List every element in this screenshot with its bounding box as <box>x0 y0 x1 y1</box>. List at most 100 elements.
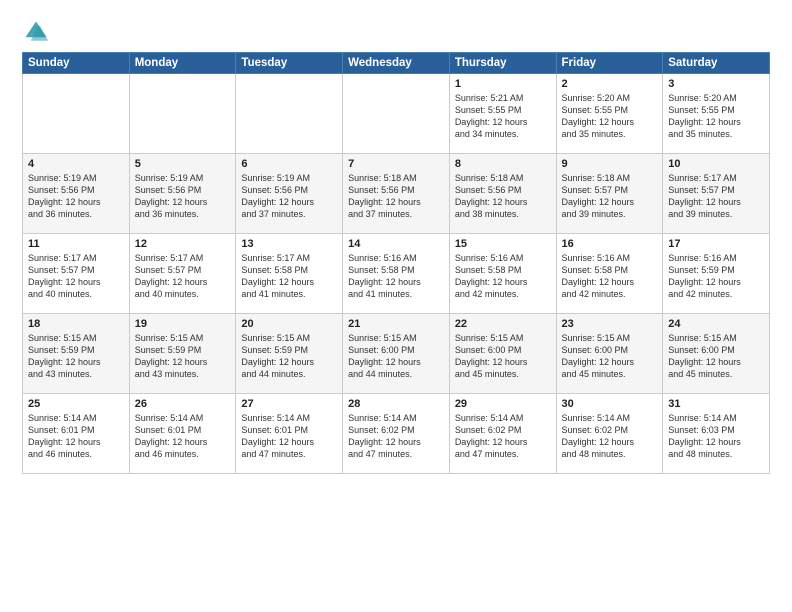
day-cell: 25 Sunrise: 5:14 AM Sunset: 6:01 PM Dayli… <box>23 394 130 474</box>
cell-info: Sunrise: 5:16 AM Sunset: 5:58 PM Dayligh… <box>348 252 444 301</box>
cell-info: Sunrise: 5:18 AM Sunset: 5:57 PM Dayligh… <box>562 172 658 221</box>
day-number: 1 <box>455 78 551 90</box>
day-number: 20 <box>241 318 337 330</box>
day-cell: 3 Sunrise: 5:20 AM Sunset: 5:55 PM Daylig… <box>663 74 770 154</box>
cell-info: Sunrise: 5:18 AM Sunset: 5:56 PM Dayligh… <box>455 172 551 221</box>
cell-info: Sunrise: 5:20 AM Sunset: 5:55 PM Dayligh… <box>668 92 764 141</box>
week-row-4: 18 Sunrise: 5:15 AM Sunset: 5:59 PM Dayli… <box>23 314 770 394</box>
day-cell: 27Sunrise: 5:14 AM Sunset: 6:01 PM Dayli… <box>236 394 343 474</box>
day-cell: 20 Sunrise: 5:15 AM Sunset: 5:59 PM Dayli… <box>236 314 343 394</box>
col-header-thursday: Thursday <box>449 53 556 74</box>
col-header-friday: Friday <box>556 53 663 74</box>
day-cell: 19 Sunrise: 5:15 AM Sunset: 5:59 PM Dayli… <box>129 314 236 394</box>
day-number: 25 <box>28 398 124 410</box>
col-header-tuesday: Tuesday <box>236 53 343 74</box>
day-number: 26 <box>135 398 231 410</box>
cell-info: Sunrise: 5:16 AM Sunset: 5:58 PM Dayligh… <box>562 252 658 301</box>
day-number: 6 <box>241 158 337 170</box>
cell-info: Sunrise: 5:15 AM Sunset: 6:00 PM Dayligh… <box>455 332 551 381</box>
day-number: 12 <box>135 238 231 250</box>
week-row-2: 4 Sunrise: 5:19 AM Sunset: 5:56 PM Daylig… <box>23 154 770 234</box>
day-number: 17 <box>668 238 764 250</box>
week-row-3: 11 Sunrise: 5:17 AM Sunset: 5:57 PM Dayli… <box>23 234 770 314</box>
day-cell: 2 Sunrise: 5:20 AM Sunset: 5:55 PM Daylig… <box>556 74 663 154</box>
cell-info: Sunrise: 5:15 AM Sunset: 5:59 PM Dayligh… <box>28 332 124 381</box>
cell-info: Sunrise: 5:20 AM Sunset: 5:55 PM Dayligh… <box>562 92 658 141</box>
day-cell: 15 Sunrise: 5:16 AM Sunset: 5:58 PM Dayli… <box>449 234 556 314</box>
cell-info: Sunrise: 5:14 AM Sunset: 6:01 PM Dayligh… <box>28 412 124 461</box>
day-number: 11 <box>28 238 124 250</box>
day-cell <box>236 74 343 154</box>
day-cell: 11 Sunrise: 5:17 AM Sunset: 5:57 PM Dayli… <box>23 234 130 314</box>
day-cell: 21 Sunrise: 5:15 AM Sunset: 6:00 PM Dayli… <box>343 314 450 394</box>
day-cell: 29 Sunrise: 5:14 AM Sunset: 6:02 PM Dayli… <box>449 394 556 474</box>
cell-info: Sunrise: 5:17 AM Sunset: 5:57 PM Dayligh… <box>28 252 124 301</box>
cell-info: Sunrise: 5:17 AM Sunset: 5:57 PM Dayligh… <box>668 172 764 221</box>
day-number: 29 <box>455 398 551 410</box>
day-cell <box>23 74 130 154</box>
week-row-5: 25 Sunrise: 5:14 AM Sunset: 6:01 PM Dayli… <box>23 394 770 474</box>
day-cell: 24 Sunrise: 5:15 AM Sunset: 6:00 PM Dayli… <box>663 314 770 394</box>
day-number: 24 <box>668 318 764 330</box>
cell-info: Sunrise: 5:15 AM Sunset: 6:00 PM Dayligh… <box>348 332 444 381</box>
day-number: 2 <box>562 78 658 90</box>
cell-info: Sunrise: 5:19 AM Sunset: 5:56 PM Dayligh… <box>135 172 231 221</box>
day-number: 5 <box>135 158 231 170</box>
header <box>22 18 770 46</box>
day-number: 21 <box>348 318 444 330</box>
day-cell: 9 Sunrise: 5:18 AM Sunset: 5:57 PM Daylig… <box>556 154 663 234</box>
day-number: 19 <box>135 318 231 330</box>
day-number: 23 <box>562 318 658 330</box>
cell-info: Sunrise: 5:17 AM Sunset: 5:57 PM Dayligh… <box>135 252 231 301</box>
cell-info: Sunrise: 5:16 AM Sunset: 5:59 PM Dayligh… <box>668 252 764 301</box>
day-number: 7 <box>348 158 444 170</box>
day-cell: 26Sunrise: 5:14 AM Sunset: 6:01 PM Dayli… <box>129 394 236 474</box>
calendar-table: SundayMondayTuesdayWednesdayThursdayFrid… <box>22 52 770 474</box>
cell-info: Sunrise: 5:16 AM Sunset: 5:58 PM Dayligh… <box>455 252 551 301</box>
day-number: 9 <box>562 158 658 170</box>
day-cell: 30 Sunrise: 5:14 AM Sunset: 6:02 PM Dayli… <box>556 394 663 474</box>
day-number: 22 <box>455 318 551 330</box>
cell-info: Sunrise: 5:19 AM Sunset: 5:56 PM Dayligh… <box>28 172 124 221</box>
day-number: 8 <box>455 158 551 170</box>
day-number: 14 <box>348 238 444 250</box>
logo-icon <box>22 18 50 46</box>
cell-info: Sunrise: 5:18 AM Sunset: 5:56 PM Dayligh… <box>348 172 444 221</box>
cell-info: Sunrise: 5:17 AM Sunset: 5:58 PM Dayligh… <box>241 252 337 301</box>
day-cell: 22 Sunrise: 5:15 AM Sunset: 6:00 PM Dayli… <box>449 314 556 394</box>
logo <box>22 18 54 46</box>
header-row: SundayMondayTuesdayWednesdayThursdayFrid… <box>23 53 770 74</box>
page: SundayMondayTuesdayWednesdayThursdayFrid… <box>0 0 792 612</box>
day-cell: 17 Sunrise: 5:16 AM Sunset: 5:59 PM Dayli… <box>663 234 770 314</box>
day-cell: 5 Sunrise: 5:19 AM Sunset: 5:56 PM Daylig… <box>129 154 236 234</box>
col-header-saturday: Saturday <box>663 53 770 74</box>
day-cell: 4 Sunrise: 5:19 AM Sunset: 5:56 PM Daylig… <box>23 154 130 234</box>
day-cell: 7 Sunrise: 5:18 AM Sunset: 5:56 PM Daylig… <box>343 154 450 234</box>
day-cell: 13 Sunrise: 5:17 AM Sunset: 5:58 PM Dayli… <box>236 234 343 314</box>
day-cell: 31Sunrise: 5:14 AM Sunset: 6:03 PM Dayli… <box>663 394 770 474</box>
day-number: 4 <box>28 158 124 170</box>
day-cell: 8 Sunrise: 5:18 AM Sunset: 5:56 PM Daylig… <box>449 154 556 234</box>
day-number: 15 <box>455 238 551 250</box>
day-cell: 23Sunrise: 5:15 AM Sunset: 6:00 PM Dayli… <box>556 314 663 394</box>
day-number: 28 <box>348 398 444 410</box>
cell-info: Sunrise: 5:14 AM Sunset: 6:02 PM Dayligh… <box>562 412 658 461</box>
cell-info: Sunrise: 5:14 AM Sunset: 6:01 PM Dayligh… <box>241 412 337 461</box>
cell-info: Sunrise: 5:15 AM Sunset: 6:00 PM Dayligh… <box>668 332 764 381</box>
day-cell: 10 Sunrise: 5:17 AM Sunset: 5:57 PM Dayli… <box>663 154 770 234</box>
cell-info: Sunrise: 5:21 AM Sunset: 5:55 PM Dayligh… <box>455 92 551 141</box>
cell-info: Sunrise: 5:14 AM Sunset: 6:03 PM Dayligh… <box>668 412 764 461</box>
day-number: 3 <box>668 78 764 90</box>
day-number: 10 <box>668 158 764 170</box>
day-cell: 1 Sunrise: 5:21 AM Sunset: 5:55 PM Daylig… <box>449 74 556 154</box>
day-number: 30 <box>562 398 658 410</box>
cell-info: Sunrise: 5:19 AM Sunset: 5:56 PM Dayligh… <box>241 172 337 221</box>
cell-info: Sunrise: 5:14 AM Sunset: 6:02 PM Dayligh… <box>455 412 551 461</box>
cell-info: Sunrise: 5:15 AM Sunset: 5:59 PM Dayligh… <box>241 332 337 381</box>
day-number: 13 <box>241 238 337 250</box>
day-cell <box>129 74 236 154</box>
day-number: 18 <box>28 318 124 330</box>
col-header-sunday: Sunday <box>23 53 130 74</box>
day-cell: 14 Sunrise: 5:16 AM Sunset: 5:58 PM Dayli… <box>343 234 450 314</box>
cell-info: Sunrise: 5:15 AM Sunset: 5:59 PM Dayligh… <box>135 332 231 381</box>
